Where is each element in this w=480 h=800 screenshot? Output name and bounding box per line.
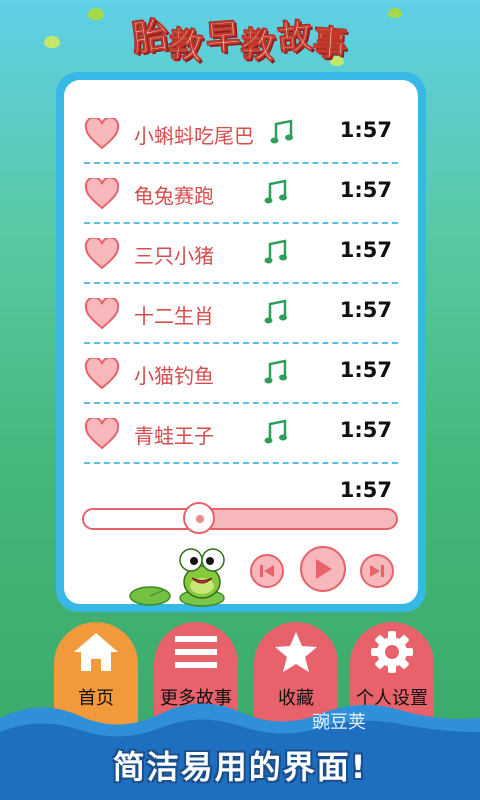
music-note-icon xyxy=(270,119,293,144)
skip-previous-icon xyxy=(260,565,274,577)
home-icon xyxy=(74,633,118,671)
title-char: 教 xyxy=(166,23,205,68)
heart-icon[interactable] xyxy=(84,238,120,270)
music-note-icon xyxy=(264,239,287,264)
heart-icon[interactable] xyxy=(84,178,120,210)
list-item[interactable]: 龟兔赛跑 1:57 xyxy=(84,164,398,224)
list-item[interactable]: 十二生肖 1:57 xyxy=(84,284,398,344)
title-char: 胎 xyxy=(129,14,172,61)
story-duration: 1:57 xyxy=(339,358,392,382)
divider xyxy=(84,462,398,464)
play-button[interactable] xyxy=(300,546,346,592)
app-title: 胎 教 早 教 故 事 xyxy=(0,2,480,68)
heart-icon[interactable] xyxy=(84,358,120,390)
list-item[interactable]: 青蛙王子 1:57 xyxy=(84,404,398,464)
story-duration: 1:57 xyxy=(339,298,392,322)
progress-knob[interactable] xyxy=(182,502,215,534)
list-icon xyxy=(175,636,217,668)
story-title: 十二生肖 xyxy=(134,304,214,328)
title-char: 事 xyxy=(311,22,349,65)
list-item[interactable]: 小猫钓鱼 1:57 xyxy=(84,344,398,404)
gear-icon xyxy=(371,631,413,673)
slogan: 简洁易用的界面! xyxy=(112,748,368,786)
list-item[interactable]: 小蝌蚪吃尾巴 1:57 xyxy=(84,104,398,164)
star-icon xyxy=(275,632,317,672)
music-note-icon xyxy=(264,299,287,324)
progress-bar[interactable] xyxy=(82,508,398,530)
story-duration: 1:57 xyxy=(339,238,392,262)
story-title: 小蝌蚪吃尾巴 xyxy=(134,124,254,148)
current-time: 1:57 xyxy=(339,478,392,502)
story-title: 三只小猪 xyxy=(134,244,214,268)
heart-icon[interactable] xyxy=(84,118,120,150)
list-item[interactable]: 三只小猪 1:57 xyxy=(84,224,398,284)
skip-next-icon xyxy=(370,565,384,577)
story-duration: 1:57 xyxy=(339,178,392,202)
skip-next-button[interactable] xyxy=(360,554,394,588)
play-icon xyxy=(316,559,332,579)
story-duration: 1:57 xyxy=(339,118,392,142)
music-note-icon xyxy=(264,359,287,384)
story-title: 龟兔赛跑 xyxy=(134,184,214,208)
music-note-icon xyxy=(264,419,287,444)
playlist-panel-inner: 小蝌蚪吃尾巴 1:57 龟兔赛跑 1:57 三只小猪 1:57 十二生肖 1:5… xyxy=(64,80,418,607)
watermark: 豌豆荚 xyxy=(312,712,366,733)
playlist-panel: 小蝌蚪吃尾巴 1:57 龟兔赛跑 1:57 三只小猪 1:57 十二生肖 1:5… xyxy=(56,72,426,612)
title-char: 教 xyxy=(239,24,277,68)
story-duration: 1:57 xyxy=(339,418,392,442)
title-char: 早 xyxy=(204,16,242,59)
heart-icon[interactable] xyxy=(84,418,120,450)
skip-previous-button[interactable] xyxy=(250,554,284,588)
heart-icon[interactable] xyxy=(84,298,120,330)
title-char: 故 xyxy=(276,15,315,60)
story-title: 小猫钓鱼 xyxy=(134,364,214,388)
music-note-icon xyxy=(264,179,287,204)
story-title: 青蛙王子 xyxy=(134,424,214,448)
frog-mascot xyxy=(129,548,225,607)
